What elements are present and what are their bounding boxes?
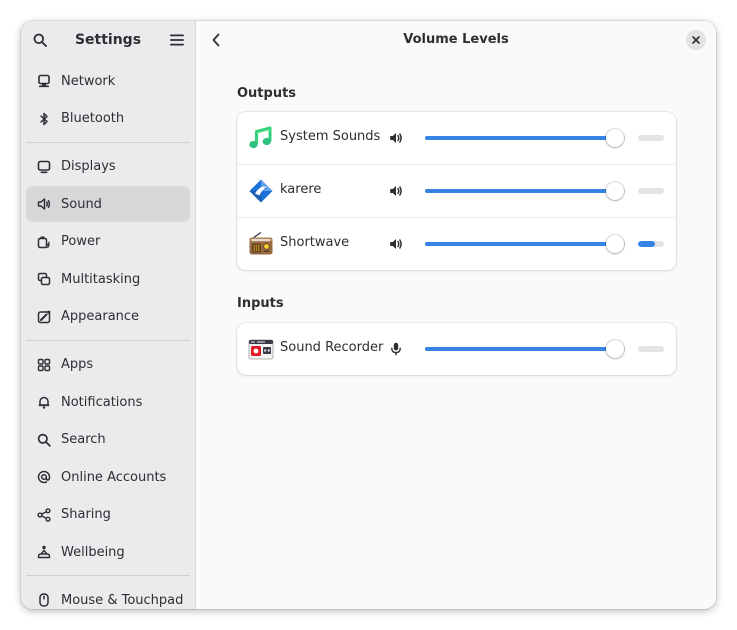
main-content: Volume Levels Outputs System Sounds karere…: [196, 21, 716, 609]
wellbeing-icon: [36, 544, 52, 560]
sidebar-item-network[interactable]: Network: [26, 63, 190, 99]
microphone-icon[interactable]: [388, 341, 404, 357]
main-header: Volume Levels: [196, 21, 716, 59]
volume-slider[interactable]: [425, 129, 625, 147]
level-meter: [638, 188, 664, 194]
mouse-icon: [36, 592, 52, 608]
sidebar-item-notifications[interactable]: Notifications: [26, 384, 190, 420]
sidebar-item-label: Multitasking: [61, 271, 141, 287]
sidebar-item-label: Bluetooth: [61, 111, 125, 126]
slider-fill: [425, 347, 615, 351]
app-name: Shortwave: [280, 235, 350, 250]
inputs-card: Sound Recorder: [237, 323, 676, 375]
sidebar-nav-list: Network Bluetooth Displays Sound Power Multit…: [26, 63, 190, 609]
sidebar-item-mouse-and-touchpad[interactable]: Mouse & Touchpad: [26, 582, 190, 609]
power-plug-icon: [36, 234, 52, 250]
appearance-icon: [36, 309, 52, 325]
at-sign-icon: [36, 469, 52, 485]
sidebar-item-apps[interactable]: Apps: [26, 347, 190, 383]
karere-app-icon: [248, 178, 274, 204]
search-icon: [36, 432, 52, 448]
sidebar-item-wellbeing[interactable]: Wellbeing: [26, 534, 190, 570]
sidebar-item-label: Displays: [61, 159, 116, 174]
sidebar-item-sound[interactable]: Sound: [26, 186, 190, 222]
slider-fill: [425, 242, 615, 246]
slider-handle[interactable]: [606, 129, 624, 147]
section-title-outputs: Outputs: [237, 86, 297, 101]
sidebar-separator: [26, 141, 190, 143]
page-title: Volume Levels: [403, 32, 509, 47]
speaker-volume-icon[interactable]: [388, 183, 404, 199]
hamburger-menu-icon[interactable]: [168, 31, 186, 49]
bluetooth-icon: [36, 111, 52, 127]
sidebar-item-label: Sharing: [61, 507, 111, 522]
level-meter: [638, 135, 664, 141]
sidebar-item-bluetooth[interactable]: Bluetooth: [26, 101, 190, 137]
volume-slider[interactable]: [425, 235, 625, 253]
volume-row: Sound Recorder: [237, 323, 676, 375]
level-meter: [638, 346, 664, 352]
share-icon: [36, 507, 52, 523]
music-note-app-icon: [248, 125, 274, 151]
close-icon[interactable]: [686, 30, 706, 50]
sidebar-item-sharing[interactable]: Sharing: [26, 497, 190, 533]
speaker-icon: [36, 196, 52, 212]
outputs-card: System Sounds karere Shortwave: [237, 112, 676, 270]
sidebar-item-label: Mouse & Touchpad: [61, 592, 184, 608]
sidebar-item-label: Notifications: [61, 394, 143, 410]
sound-recorder-app-icon: [248, 336, 274, 362]
level-meter-fill: [638, 241, 655, 247]
radio-app-icon: [248, 231, 274, 257]
level-meter: [638, 241, 664, 247]
speaker-volume-icon[interactable]: [388, 130, 404, 146]
sidebar-item-label: Wellbeing: [61, 544, 125, 560]
sidebar-item-label: Appearance: [61, 309, 140, 324]
sidebar-item-label: Power: [61, 234, 101, 249]
display-icon: [36, 159, 52, 175]
sidebar-item-search[interactable]: Search: [26, 422, 190, 458]
sidebar-item-label: Sound: [61, 196, 102, 212]
sidebar-item-label: Search: [61, 432, 106, 447]
volume-row: System Sounds: [237, 112, 676, 165]
slider-fill: [425, 189, 615, 193]
sidebar-item-label: Online Accounts: [61, 469, 167, 485]
slider-handle[interactable]: [606, 235, 624, 253]
sidebar-item-multitasking[interactable]: Multitasking: [26, 261, 190, 297]
sidebar-item-appearance[interactable]: Appearance: [26, 299, 190, 335]
sidebar-item-label: Apps: [61, 357, 94, 372]
bell-icon: [36, 394, 52, 410]
volume-slider[interactable]: [425, 340, 625, 358]
multitasking-icon: [36, 271, 52, 287]
slider-fill: [425, 136, 615, 140]
settings-window: Settings Network Bluetooth Displays Sound Po…: [21, 21, 716, 609]
sidebar-item-online-accounts[interactable]: Online Accounts: [26, 459, 190, 495]
sidebar-separator: [26, 339, 190, 341]
network-icon: [36, 73, 52, 89]
sidebar-item-label: Network: [61, 73, 116, 89]
slider-handle[interactable]: [606, 340, 624, 358]
apps-grid-icon: [36, 357, 52, 373]
slider-handle[interactable]: [606, 182, 624, 200]
volume-slider[interactable]: [425, 182, 625, 200]
section-title-inputs: Inputs: [237, 296, 284, 311]
sidebar-item-power[interactable]: Power: [26, 224, 190, 260]
volume-row: karere: [237, 165, 676, 218]
app-name: karere: [280, 182, 322, 197]
speaker-volume-icon[interactable]: [388, 236, 404, 252]
app-name: Sound Recorder: [280, 340, 384, 355]
sidebar-item-displays[interactable]: Displays: [26, 149, 190, 185]
volume-row: Shortwave: [237, 218, 676, 270]
app-name: System Sounds: [280, 129, 381, 144]
sidebar: Settings Network Bluetooth Displays Sound Po…: [21, 21, 196, 609]
sidebar-separator: [26, 575, 190, 576]
sidebar-header: Settings: [21, 21, 195, 59]
